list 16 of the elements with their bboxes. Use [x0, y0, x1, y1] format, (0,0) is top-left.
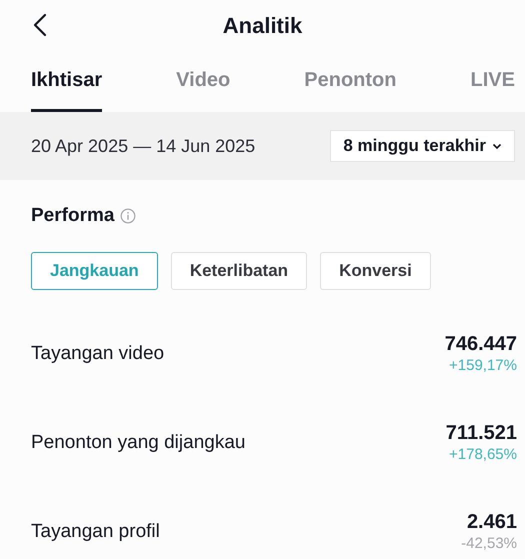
metric-value: 711.521 [446, 421, 517, 445]
section-title: Performa [31, 204, 114, 228]
metric-change: +159,17% [449, 356, 517, 376]
metric-label: Penonton yang dijangkau [31, 430, 246, 455]
metric-value: 2.461 [466, 510, 517, 534]
date-range: 20 Apr 2025 — 14 Jun 2025 [31, 134, 256, 158]
metric-change: -42,53% [461, 534, 517, 554]
metric-label: Tayangan video [31, 342, 164, 366]
metric-value: 746.447 [444, 332, 517, 356]
metric-label: Tayangan profil [31, 520, 160, 544]
filter-chip[interactable]: Keterlibatan [170, 252, 308, 290]
metric-change: +178,65% [449, 445, 517, 465]
chevron-down-icon [492, 142, 502, 150]
filter-chip[interactable]: Konversi [320, 252, 431, 290]
period-dropdown[interactable]: 8 minggu terakhir [330, 130, 515, 162]
page-title: Analitik [222, 12, 302, 40]
